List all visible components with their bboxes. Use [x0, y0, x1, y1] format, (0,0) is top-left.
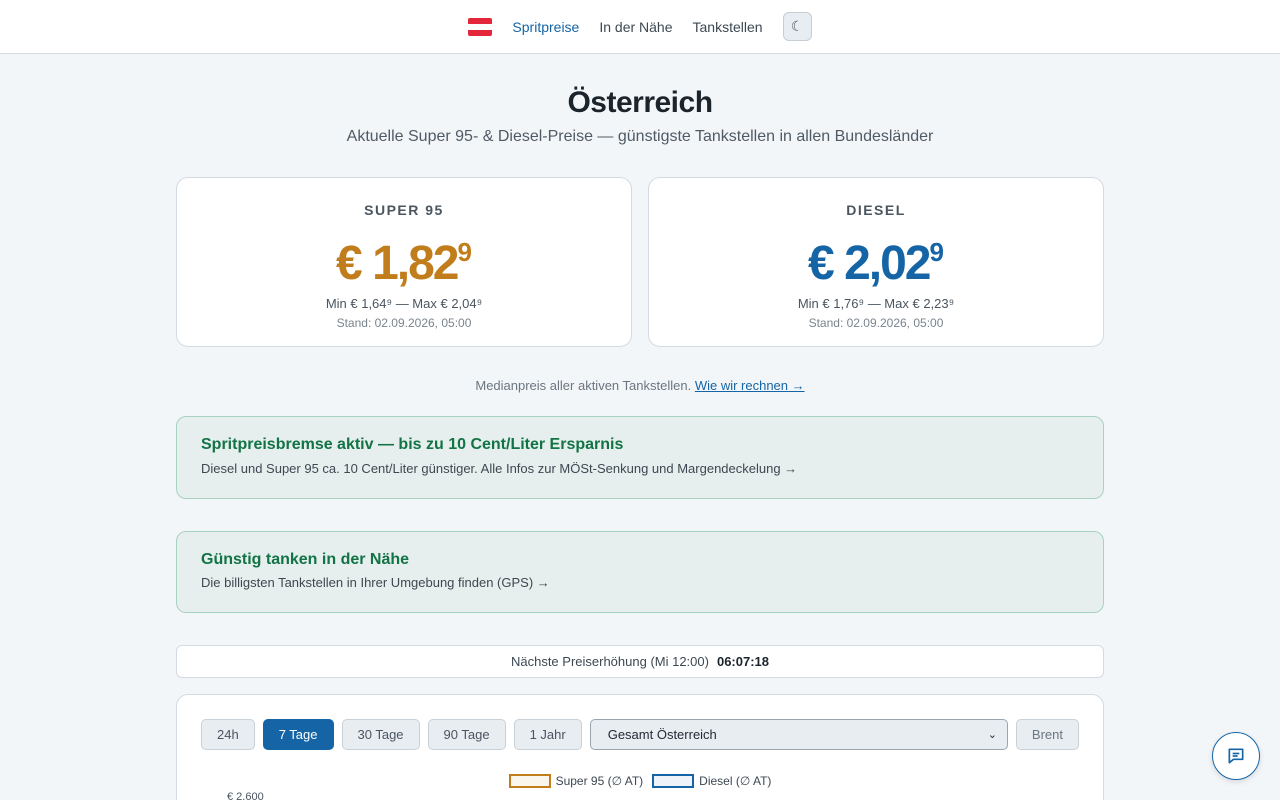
legend-label-diesel: Diesel (∅ AT) — [699, 774, 772, 788]
super95-minmax: Min € 1,64⁹ — Max € 2,04⁹ — [325, 296, 483, 311]
y-axis-tick-label: € 2,600 — [227, 791, 264, 800]
price-brake-title: Spritpreisbremse aktiv — bis zu 10 Cent/… — [201, 436, 624, 453]
diesel-price-main: € 2,02 — [808, 237, 931, 290]
diesel-label: DIESEL — [846, 202, 906, 218]
region-select[interactable]: Gesamt Österreich ⌄ — [589, 719, 1008, 750]
chat-bubble-icon — [1228, 748, 1244, 764]
chevron-down-icon: ⌄ — [987, 729, 997, 741]
austria-flag-icon[interactable] — [468, 17, 493, 36]
nearby-title: Günstig tanken in der Nähe — [201, 551, 410, 568]
diesel-minmax: Min € 1,76⁹ — Max € 2,23⁹ — [797, 296, 955, 311]
median-note-text: Medianpreis aller aktiven Tankstellen. — [475, 378, 692, 393]
legend-swatch-super95 — [508, 774, 551, 788]
nav-link-spritpreise[interactable]: Spritpreise — [512, 19, 579, 35]
super95-price-main: € 1,82 — [336, 237, 459, 290]
brent-toggle-button[interactable]: Brent — [1015, 719, 1079, 750]
price-increase-countdown: Nächste Preiserhöhung (Mi 12:00) 06:07:1… — [176, 645, 1104, 678]
range-button-30-tage[interactable]: 30 Tage — [341, 719, 420, 750]
chart-legend: Super 95 (∅ AT) Diesel (∅ AT) — [201, 774, 1079, 788]
diesel-price-card: DIESEL € 2,029 Min € 1,76⁹ — Max € 2,23⁹… — [648, 177, 1104, 347]
top-navigation: Spritpreise In der Nähe Tankstellen ☾ — [0, 0, 1280, 54]
super95-label: SUPER 95 — [364, 202, 444, 218]
nav-link-tankstellen[interactable]: Tankstellen — [693, 19, 763, 35]
countdown-timer: 06:07:18 — [716, 654, 770, 669]
region-select-value: Gesamt Österreich — [607, 727, 717, 742]
methodology-link[interactable]: Wie wir rechnen → — [695, 378, 805, 393]
chat-button[interactable] — [1212, 732, 1260, 780]
legend-label-super95: Super 95 (∅ AT) — [555, 774, 644, 788]
legend-item-super95[interactable]: Super 95 (∅ AT) — [508, 774, 644, 788]
diesel-price: € 2,029 — [649, 224, 1103, 292]
page-title: Österreich — [567, 86, 713, 119]
price-cards: SUPER 95 € 1,829 Min € 1,64⁹ — Max € 2,0… — [176, 177, 1104, 347]
super95-price-card: SUPER 95 € 1,829 Min € 1,64⁹ — Max € 2,0… — [176, 177, 632, 347]
median-note: Medianpreis aller aktiven Tankstellen. W… — [0, 378, 1280, 393]
theme-toggle-button[interactable]: ☾ — [782, 12, 812, 41]
diesel-price-tenth: 9 — [929, 237, 944, 267]
moon-icon: ☾ — [790, 18, 804, 34]
range-button-7-tage[interactable]: 7 Tage — [262, 719, 334, 750]
price-brake-banner[interactable]: Spritpreisbremse aktiv — bis zu 10 Cent/… — [176, 416, 1104, 499]
range-button-24h[interactable]: 24h — [201, 719, 255, 750]
price-chart-card: 24h 7 Tage 30 Tage 90 Tage 1 Jahr Gesamt… — [176, 694, 1104, 800]
nearby-banner[interactable]: Günstig tanken in der Nähe Die billigste… — [176, 531, 1104, 613]
legend-item-diesel[interactable]: Diesel (∅ AT) — [652, 774, 771, 788]
range-button-90-tage[interactable]: 90 Tage — [427, 719, 506, 750]
super95-price: € 1,829 — [177, 224, 631, 292]
range-button-1-jahr[interactable]: 1 Jahr — [513, 719, 582, 750]
super95-timestamp: Stand: 02.09.2026, 05:00 — [336, 316, 472, 330]
nearby-text: Die billigsten Tankstellen in Ihrer Umge… — [201, 575, 550, 590]
countdown-label: Nächste Preiserhöhung (Mi 12:00) — [510, 654, 709, 669]
legend-swatch-diesel — [652, 774, 695, 788]
chart-controls: 24h 7 Tage 30 Tage 90 Tage 1 Jahr Gesamt… — [201, 719, 1079, 750]
price-brake-text: Diesel und Super 95 ca. 10 Cent/Liter gü… — [201, 461, 798, 476]
super95-price-tenth: 9 — [457, 237, 472, 267]
diesel-timestamp: Stand: 02.09.2026, 05:00 — [808, 316, 944, 330]
page-subtitle: Aktuelle Super 95- & Diesel-Preise — gün… — [346, 128, 934, 145]
nav-link-in-der-naehe[interactable]: In der Nähe — [599, 19, 672, 35]
